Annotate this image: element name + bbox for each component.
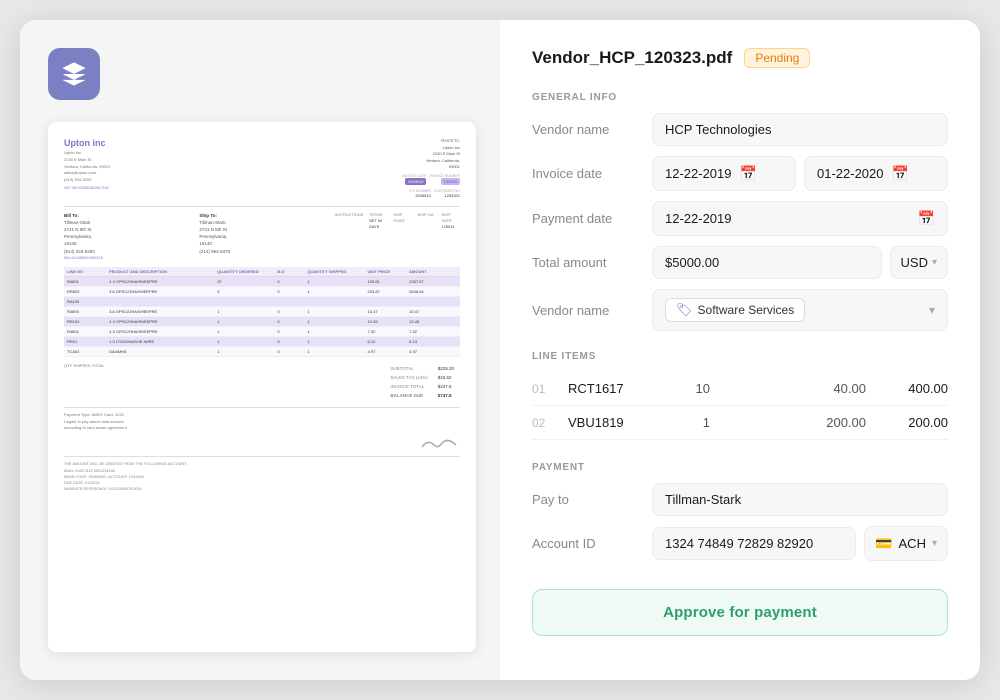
li-unit-1: 40.00 [722,381,866,396]
chevron-down-icon-2: ▾ [929,303,935,317]
line-item-2: 02 VBU1819 1 200.00 200.00 [532,406,948,440]
li-num-2: 02 [532,416,556,430]
invoice-date-row: Invoice date 12-22-2019 📅 01-22-2020 📅 [532,156,948,191]
invoice-date-label: Invoice date [532,166,652,181]
left-panel: Upton inc Upton Inc2230 E Main StVentura… [20,20,500,680]
li-code-2: VBU1819 [568,415,648,430]
li-unit-2: 200.00 [722,415,866,430]
li-num-1: 01 [532,382,556,396]
vendor-name-row: Vendor name HCP Technologies [532,113,948,146]
payment-section: PAYMENT Pay to Tillman-Stark Account ID … [532,450,948,571]
line-items-label: LINE ITEMS [532,351,948,362]
tag-icon: 🏷 [676,302,693,318]
pay-to-row: Pay to Tillman-Stark [532,483,948,516]
vendor-tag-input[interactable]: 🏷 Software Services ▾ [652,289,948,331]
payment-date-row: Payment date 12-22-2019 📅 [532,201,948,236]
line-items-section: LINE ITEMS 01 RCT1617 10 40.00 400.00 02… [532,347,948,440]
invoice-company: Upton inc [64,138,110,148]
payment-date-label: Payment date [532,211,652,226]
total-amount-input[interactable]: $5000.00 [652,246,882,279]
calendar-icon[interactable]: 📅 [740,165,757,182]
pay-to-input[interactable]: Tillman-Stark [652,483,948,516]
vendor-tag-pill: 🏷 Software Services [665,298,805,322]
currency-value: USD [901,255,928,270]
total-amount-label: Total amount [532,255,652,270]
doc-title: Vendor_HCP_120323.pdf [532,48,732,68]
li-total-2: 200.00 [878,415,948,430]
invoice-due-date-value: 01-22-2020 [817,166,884,181]
invoice-date-input[interactable]: 12-22-2019 📅 [652,156,796,191]
doc-header: Vendor_HCP_120323.pdf Pending [532,48,948,68]
account-id-label: Account ID [532,536,652,551]
payment-date-value: 12-22-2019 [665,211,732,226]
vendor-tag-label: Vendor name [532,303,652,318]
calendar-icon-2[interactable]: 📅 [892,165,909,182]
general-info-label: GENERAL INFO [532,92,948,103]
pay-to-label: Pay to [532,492,652,507]
app-logo [48,48,100,100]
invoice-preview: Upton inc Upton Inc2230 E Main StVentura… [48,122,476,652]
total-amount-row: Total amount $5000.00 USD ▾ [532,246,948,279]
status-badge: Pending [744,48,810,68]
vendor-tag-row: Vendor name 🏷 Software Services ▾ [532,289,948,331]
vendor-name-label: Vendor name [532,122,652,137]
li-code-1: RCT1617 [568,381,648,396]
ach-select[interactable]: 💳 ACH ▾ [864,526,948,561]
calendar-icon-3[interactable]: 📅 [918,210,935,227]
vendor-tag-value: Software Services [698,303,795,317]
li-qty-1: 10 [660,381,710,396]
ach-value: ACH [899,536,926,551]
right-panel: Vendor_HCP_120323.pdf Pending GENERAL IN… [500,20,980,680]
currency-select[interactable]: USD ▾ [890,246,948,279]
card-icon: 💳 [875,535,892,552]
invoice-due-date-input[interactable]: 01-22-2020 📅 [804,156,948,191]
li-qty-2: 1 [660,415,710,430]
account-id-row: Account ID 1324 74849 72829 82920 💳 ACH … [532,526,948,561]
li-total-1: 400.00 [878,381,948,396]
payment-date-input[interactable]: 12-22-2019 📅 [652,201,948,236]
vendor-name-input[interactable]: HCP Technologies [652,113,948,146]
main-card: Upton inc Upton Inc2230 E Main StVentura… [20,20,980,680]
payment-label: PAYMENT [532,462,948,473]
approve-button[interactable]: Approve for payment [532,589,948,636]
line-item-1: 01 RCT1617 10 40.00 400.00 [532,372,948,406]
account-id-input[interactable]: 1324 74849 72829 82920 [652,527,856,560]
chevron-down-icon-3: ▾ [932,538,937,549]
chevron-down-icon: ▾ [932,257,937,268]
invoice-date-value: 12-22-2019 [665,166,732,181]
